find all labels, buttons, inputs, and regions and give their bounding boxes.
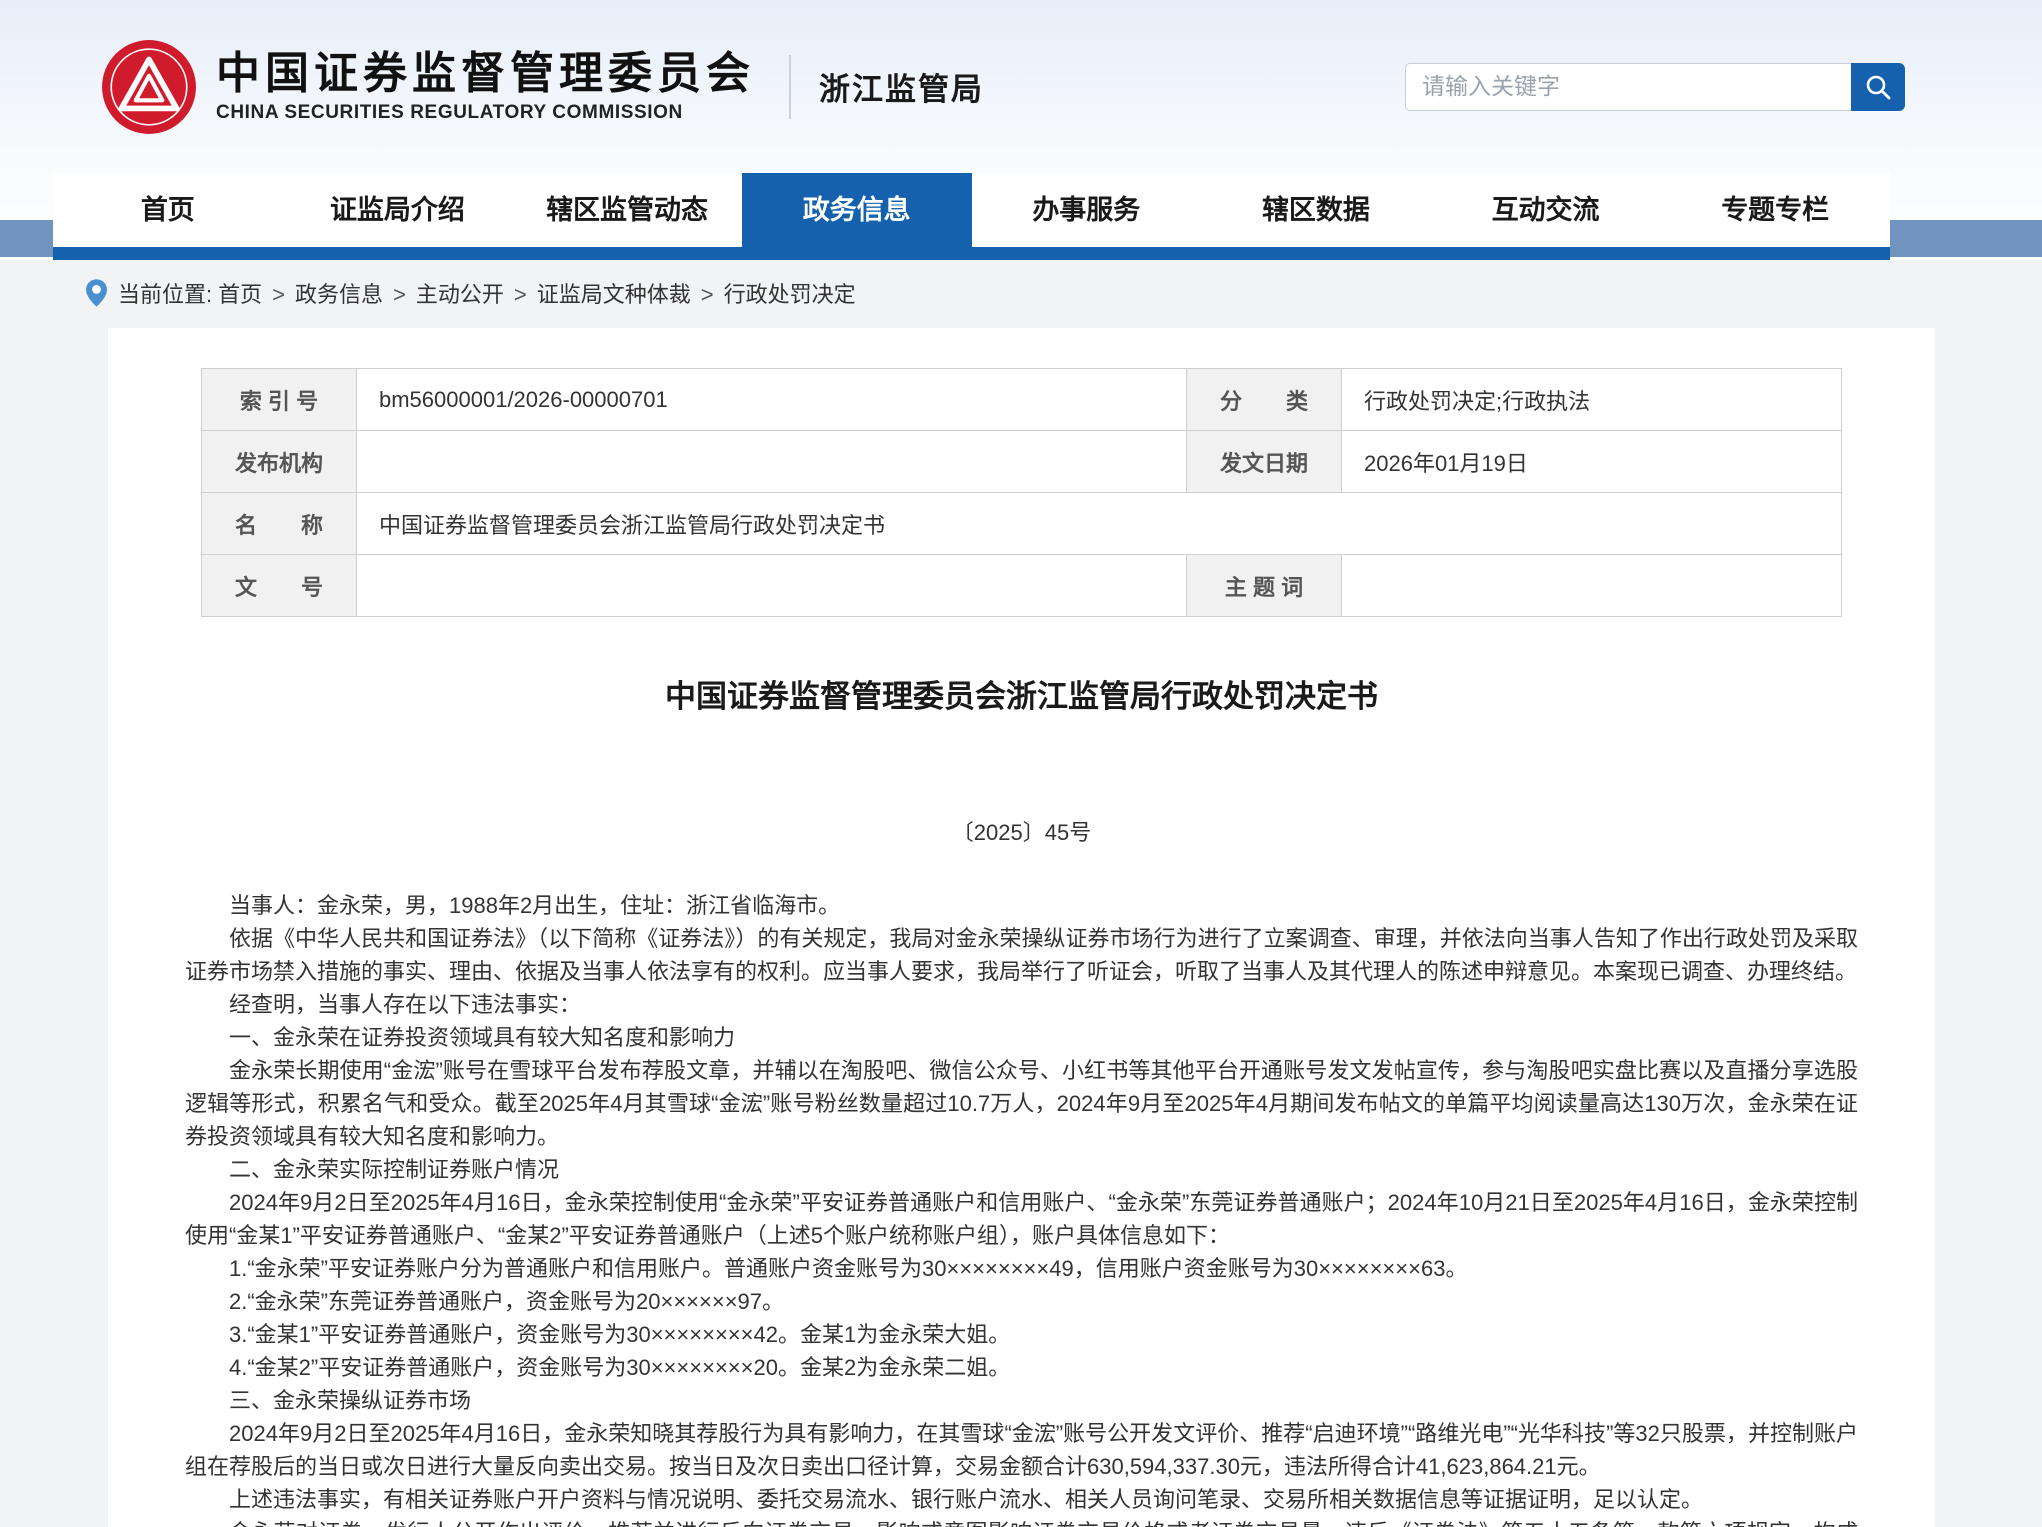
meta-label: 主 题 词 [1187,555,1342,617]
meta-value: 中国证券监督管理委员会浙江监管局行政处罚决定书 [357,493,1842,555]
meta-value [1342,555,1842,617]
breadcrumb-links: 首页 > 政务信息 > 主动公开 > 证监局文种体裁 > 行政处罚决定 [218,277,856,309]
doc-paragraph: 当事人：金永荣，男，1988年2月出生，住址：浙江省临海市。 [185,889,1858,922]
org-name-cn: 中国证券监督管理委员会 [216,49,755,100]
breadcrumb-link[interactable]: 行政处罚决定 [724,282,856,307]
doc-paragraph: 经查明，当事人存在以下违法事实： [185,988,1858,1021]
meta-label: 分 类 [1187,369,1342,431]
nav-tab-3[interactable]: 辖区监管动态 [512,173,742,247]
nav-wing-right [1890,220,2042,257]
document-meta-table: 索 引 号bm56000001/2026-00000701分 类行政处罚决定;行… [201,368,1842,617]
doc-paragraph: 二、金永荣实际控制证券账户情况 [185,1153,1858,1186]
doc-paragraph: 一、金永荣在证券投资领域具有较大知名度和影响力 [185,1021,1858,1054]
nav-tab-2[interactable]: 证监局介绍 [283,173,513,247]
meta-row: 发布机构 发文日期2026年01月19日 [202,431,1842,493]
org-name-en: CHINA SECURITIES REGULATORY COMMISSION [216,102,755,124]
doc-paragraph: 2024年9月2日至2025年4月16日，金永荣控制使用“金永荣”平安证券普通账… [185,1186,1858,1252]
breadcrumb-separator: > [393,282,406,307]
doc-paragraph: 三、金永荣操纵证券市场 [185,1384,1858,1417]
page: 中国证券监督管理委员会 CHINA SECURITIES REGULATORY … [0,0,2042,1527]
breadcrumb-link[interactable]: 主动公开 [416,282,504,307]
nav-tab-4[interactable]: 政务信息 [742,173,972,247]
doc-paragraph: 4.“金某2”平安证券普通账户，资金账号为30××××××××20。金某2为金永… [185,1351,1858,1384]
nav-tab-7[interactable]: 互动交流 [1431,173,1661,247]
meta-label: 名 称 [202,493,357,555]
top-zone: 中国证券监督管理委员会 CHINA SECURITIES REGULATORY … [0,0,2042,260]
meta-value: 行政处罚决定;行政执法 [1342,369,1842,431]
breadcrumb-separator: > [701,282,714,307]
csrc-logo-icon [100,38,198,136]
meta-value: 2026年01月19日 [1342,431,1842,493]
meta-row: 索 引 号bm56000001/2026-00000701分 类行政处罚决定;行… [202,369,1842,431]
meta-row: 文 号主 题 词 [202,555,1842,617]
nav-wing-left [0,220,53,257]
breadcrumb-separator: > [514,282,527,307]
search-box [1405,63,1905,111]
meta-label: 索 引 号 [202,369,357,431]
search-icon [1864,73,1892,101]
doc-paragraph: 金永荣对证券、发行人公开作出评价、推荐并进行反向证券交易，影响或意图影响证券交易… [185,1516,1858,1527]
meta-value: bm56000001/2026-00000701 [357,369,1187,431]
document-number: 〔2025〕45号 [108,815,1935,847]
nav-tab-6[interactable]: 辖区数据 [1201,173,1431,247]
meta-label: 文 号 [202,555,357,617]
header-divider [789,55,791,119]
doc-paragraph: 2.“金永荣”东莞证券普通账户，资金账号为20××××××97。 [185,1285,1858,1318]
breadcrumb-separator: > [272,282,285,307]
breadcrumb-link[interactable]: 政务信息 [295,282,383,307]
breadcrumb-link[interactable]: 首页 [218,282,262,307]
nav-underline-bar [53,247,1890,260]
doc-paragraph: 3.“金某1”平安证券普通账户，资金账号为30××××××××42。金某1为金永… [185,1318,1858,1351]
nav-tab-5[interactable]: 办事服务 [972,173,1202,247]
brand[interactable]: 中国证券监督管理委员会 CHINA SECURITIES REGULATORY … [216,49,755,124]
meta-label: 发文日期 [1187,431,1342,493]
main-nav: 首页证监局介绍辖区监管动态政务信息办事服务辖区数据互动交流专题专栏 [53,173,1890,247]
meta-label: 发布机构 [202,431,357,493]
search-input[interactable] [1405,63,1851,111]
content-card: 索 引 号bm56000001/2026-00000701分 类行政处罚决定;行… [108,328,1935,1527]
doc-paragraph: 2024年9月2日至2025年4月16日，金永荣知晓其荐股行为具有影响力，在其雪… [185,1417,1858,1483]
site-header: 中国证券监督管理委员会 CHINA SECURITIES REGULATORY … [0,0,2042,173]
doc-paragraph: 金永荣长期使用“金浤”账号在雪球平台发布荐股文章，并辅以在淘股吧、微信公众号、小… [185,1054,1858,1153]
document-title: 中国证券监督管理委员会浙江监管局行政处罚决定书 [198,675,1845,719]
nav-tab-1[interactable]: 首页 [53,173,283,247]
doc-paragraph: 依据《中华人民共和国证券法》（以下简称《证券法》）的有关规定，我局对金永荣操纵证… [185,922,1858,988]
breadcrumb: 当前位置: 首页 > 政务信息 > 主动公开 > 证监局文种体裁 > 行政处罚决定 [85,276,2042,310]
breadcrumb-link[interactable]: 证监局文种体裁 [537,282,691,307]
bureau-name: 浙江监管局 [819,64,984,109]
meta-row: 名 称中国证券监督管理委员会浙江监管局行政处罚决定书 [202,493,1842,555]
search-button[interactable] [1851,63,1905,111]
document-body: 当事人：金永荣，男，1988年2月出生，住址：浙江省临海市。依据《中华人民共和国… [185,889,1858,1527]
doc-paragraph: 1.“金永荣”平安证券账户分为普通账户和信用账户。普通账户资金账号为30××××… [185,1252,1858,1285]
doc-paragraph: 上述违法事实，有相关证券账户开户资料与情况说明、委托交易流水、银行账户流水、相关… [185,1483,1858,1516]
breadcrumb-label: 当前位置: [118,277,212,309]
meta-value [357,555,1187,617]
location-pin-icon [85,278,108,308]
meta-value [357,431,1187,493]
nav-tab-8[interactable]: 专题专栏 [1660,173,1890,247]
